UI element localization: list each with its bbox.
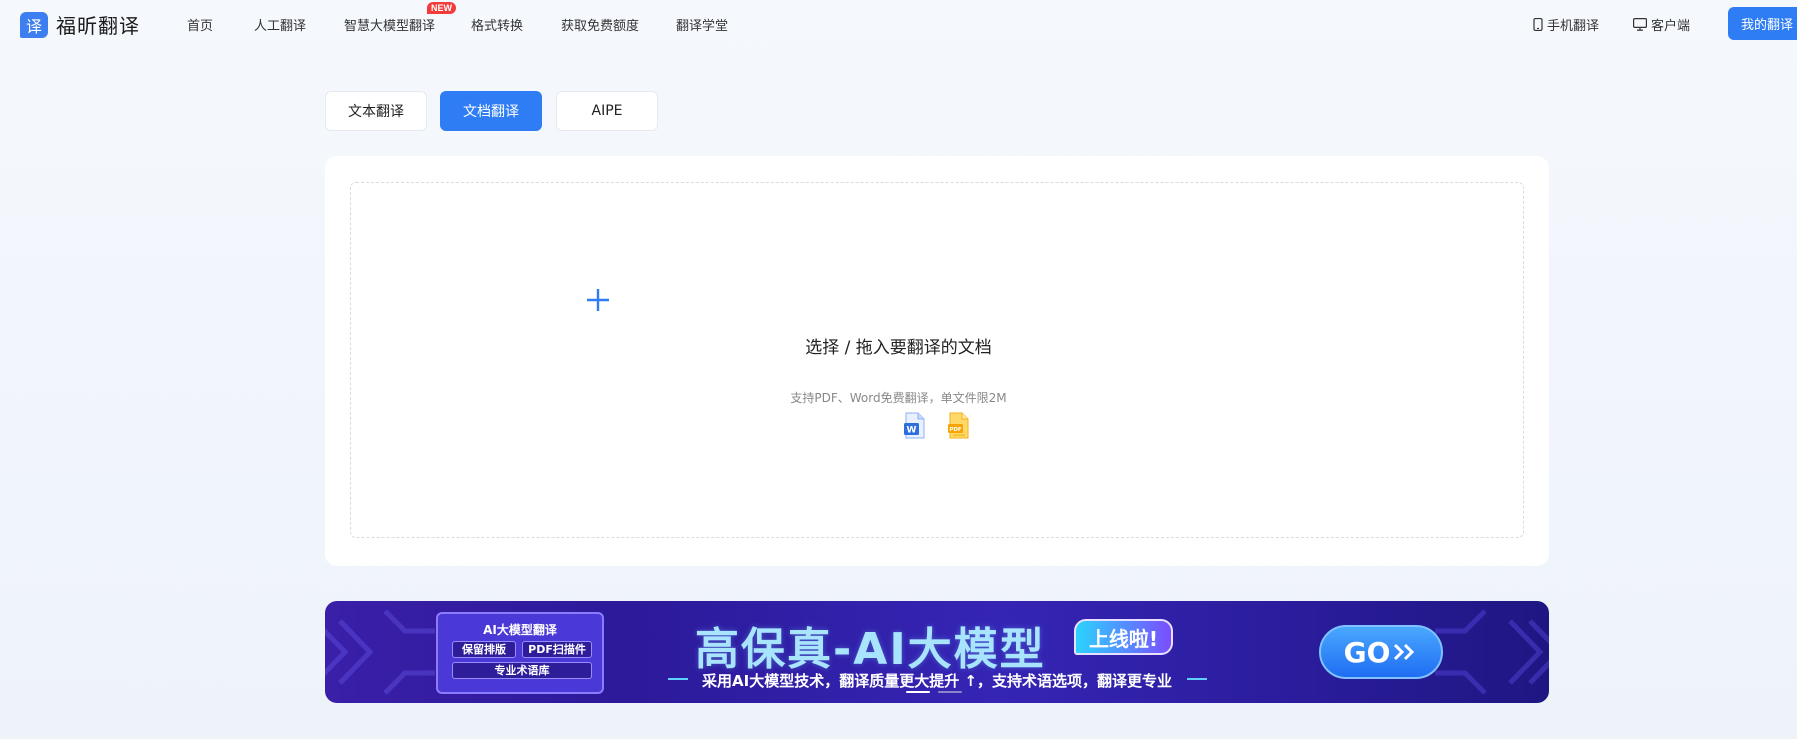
upload-hint: 支持PDF、Word免费翻译，单文件限2M (790, 391, 1007, 405)
upload-card (325, 156, 1549, 566)
feature-tag-pdf-scan: PDF扫描件 (522, 641, 592, 658)
feature-tag-layout: 保留排版 (452, 641, 516, 658)
file-dropzone[interactable] (350, 182, 1524, 538)
nav-item-llm-translation[interactable]: 智慧大模型翻译 (344, 15, 435, 34)
brand-name: 福昕翻译 (56, 14, 140, 38)
circuit-decoration-left (325, 609, 435, 695)
mobile-translate-label: 手机翻译 (1547, 19, 1600, 34)
phone-icon (1533, 18, 1543, 31)
mobile-translate-link[interactable]: 手机翻译 (1533, 15, 1599, 34)
tab-aipe[interactable]: AIPE (556, 91, 658, 131)
promo-banner[interactable]: AI大模型翻译 保留排版 PDF扫描件 专业术语库 高保真-AI大模型 上线啦!… (325, 601, 1549, 703)
nav-item-human-translation[interactable]: 人工翻译 (254, 15, 306, 34)
client-link[interactable]: 客户端 (1633, 15, 1690, 34)
client-label: 客户端 (1651, 19, 1691, 34)
nav-item-home[interactable]: 首页 (187, 15, 213, 34)
word-file-label: W (907, 426, 917, 436)
plus-icon[interactable] (586, 288, 610, 312)
ai-feature-box: AI大模型翻译 保留排版 PDF扫描件 专业术语库 (436, 612, 604, 694)
tab-document-translation[interactable]: 文档翻译 (440, 91, 542, 131)
go-button[interactable]: GO (1319, 625, 1443, 679)
logo[interactable]: 译 福昕翻译 (20, 10, 140, 39)
banner-headline: 高保真-AI大模型 (695, 624, 1046, 675)
carousel-dot-active[interactable] (906, 691, 930, 693)
monitor-icon (1633, 18, 1647, 31)
my-translation-button[interactable]: 我的翻译 (1728, 7, 1797, 40)
new-badge: NEW (427, 2, 456, 14)
go-button-label: GO (1343, 635, 1391, 669)
nav-item-academy[interactable]: 翻译学堂 (676, 15, 728, 34)
nav-item-free-quota[interactable]: 获取免费额度 (561, 15, 639, 34)
upload-title[interactable]: 选择 / 拖入要翻译的文档 (0, 333, 1797, 358)
carousel-dot[interactable] (938, 691, 962, 693)
tab-text-translation[interactable]: 文本翻译 (325, 91, 427, 131)
pdf-file-icon: PDF (948, 412, 969, 439)
top-navbar: 译 福昕翻译 首页 人工翻译 智慧大模型翻译 NEW 格式转换 获取免费额度 翻… (0, 0, 1797, 46)
ai-box-title: AI大模型翻译 (483, 623, 557, 637)
logo-icon: 译 (20, 11, 48, 38)
nav-item-format-convert[interactable]: 格式转换 (471, 15, 523, 34)
feature-tag-terminology: 专业术语库 (452, 662, 592, 679)
double-chevron-right-icon (1394, 643, 1415, 661)
word-file-icon: W (904, 412, 925, 439)
online-badge: 上线啦! (1074, 619, 1173, 655)
banner-subline: 采用AI大模型技术，翻译质量更大提升 ↑，支持术语选项，翻译更专业 (702, 672, 1172, 690)
subline-divider-right (1187, 678, 1207, 680)
pdf-file-label: PDF (949, 427, 962, 433)
